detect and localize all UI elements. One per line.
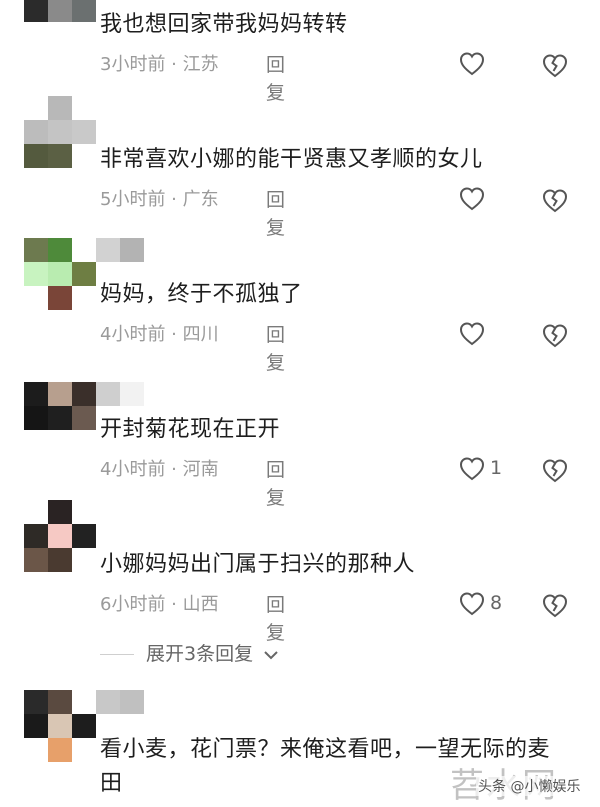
avatar[interactable]: [24, 382, 96, 454]
like-count: 8: [490, 592, 503, 614]
comment-location: 四川: [182, 324, 219, 345]
reply-button[interactable]: 回复: [266, 186, 285, 242]
comment-time: 4小时前: [100, 324, 166, 345]
dislike-button[interactable]: [541, 592, 569, 620]
comment-location: 山西: [182, 594, 219, 615]
avatar-fragment: [120, 382, 144, 406]
comment-location: 河南: [182, 459, 219, 480]
broken-heart-icon: [542, 324, 568, 348]
comment-text: 我也想回家带我妈妈转转: [100, 12, 348, 37]
meta-separator: ·: [165, 324, 183, 345]
reply-button[interactable]: 回复: [266, 591, 285, 647]
dislike-button[interactable]: [541, 52, 569, 80]
broken-heart-icon: [542, 594, 568, 618]
dislike-button[interactable]: [541, 457, 569, 485]
comment-location: 广东: [182, 189, 219, 210]
heart-outline-icon: [459, 187, 485, 211]
comment-text: 非常喜欢小娜的能干贤惠又孝顺的女儿: [100, 147, 483, 172]
avatar-fragment: [96, 238, 120, 262]
reply-button[interactable]: 回复: [266, 321, 285, 377]
avatar[interactable]: [24, 96, 96, 168]
dislike-button[interactable]: [541, 322, 569, 350]
expand-replies-label: 展开3条回复: [146, 643, 254, 665]
like-button[interactable]: [458, 185, 518, 217]
comment-time: 6小时前: [100, 594, 166, 615]
comment-meta: 5小时前 · 广东 回复: [100, 186, 285, 239]
heart-outline-icon: [459, 52, 485, 76]
avatar[interactable]: [24, 690, 96, 786]
comment-meta: 6小时前 · 山西 回复: [100, 591, 285, 644]
like-button[interactable]: [458, 320, 518, 352]
avatar-fragment: [96, 382, 120, 406]
comment-time: 5小时前: [100, 189, 166, 210]
reply-button[interactable]: 回复: [266, 51, 285, 107]
comment-time: 4小时前: [100, 459, 166, 480]
avatar[interactable]: [24, 238, 96, 310]
dislike-button[interactable]: [541, 187, 569, 215]
expand-replies-button[interactable]: 展开3条回复: [100, 640, 279, 668]
comment-meta: 4小时前 · 四川 回复: [100, 321, 285, 374]
avatar[interactable]: [24, 500, 96, 572]
avatar[interactable]: [24, 0, 96, 22]
heart-outline-icon: [459, 592, 485, 616]
comment-meta: 4小时前 · 河南 回复: [100, 456, 285, 509]
meta-separator: ·: [165, 594, 183, 615]
like-button[interactable]: 8: [458, 590, 518, 622]
broken-heart-icon: [542, 189, 568, 213]
comment-text: 妈妈，终于不孤独了: [100, 282, 303, 307]
comment-text: 开封菊花现在正开: [100, 417, 281, 442]
avatar-fragment: [96, 690, 120, 714]
comment-meta: 3小时前 · 江苏 回复: [100, 51, 285, 104]
chevron-down-icon: [264, 650, 278, 659]
avatar-fragment: [120, 690, 144, 714]
meta-separator: ·: [165, 459, 183, 480]
comment-text: 小娜妈妈出门属于扫兴的那种人: [100, 552, 416, 577]
divider-line: [100, 654, 134, 655]
reply-button[interactable]: 回复: [266, 456, 285, 512]
broken-heart-icon: [542, 459, 568, 483]
comment-time: 3小时前: [100, 54, 166, 75]
avatar-fragment: [120, 238, 144, 262]
heart-outline-icon: [459, 457, 485, 481]
comment-location: 江苏: [182, 54, 219, 75]
like-count: 1: [490, 457, 503, 479]
meta-separator: ·: [165, 189, 183, 210]
like-button[interactable]: [458, 50, 518, 82]
heart-outline-icon: [459, 322, 485, 346]
like-button[interactable]: 1: [458, 455, 518, 487]
meta-separator: ·: [165, 54, 183, 75]
broken-heart-icon: [542, 54, 568, 78]
watermark-byline: 头条 @小懒娱乐: [476, 776, 583, 796]
